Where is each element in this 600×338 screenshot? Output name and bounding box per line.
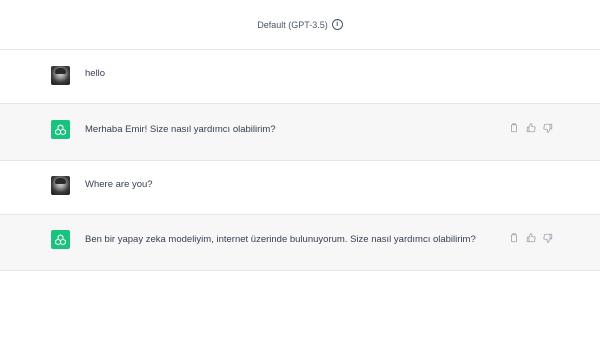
message-assistant-2: Ben bir yapay zeka modeliyim, internet ü… — [0, 215, 600, 271]
message-user-2: Where are you? — [0, 161, 600, 215]
user-avatar — [51, 66, 70, 85]
message-assistant-1: Merhaba Emir! Size nasıl yardımcı olabil… — [0, 104, 600, 161]
message-text: Ben bir yapay zeka modeliyim, internet ü… — [85, 234, 476, 245]
model-label[interactable]: Default (GPT-3.5) — [257, 20, 328, 30]
message-text: Where are you? — [85, 179, 153, 190]
chat-header: Default (GPT-3.5) i — [0, 0, 600, 50]
message-text: hello — [85, 68, 106, 79]
thumbs-down-icon[interactable] — [543, 123, 553, 133]
message-text: Merhaba Emir! Size nasıl yardımcı olabil… — [85, 124, 276, 135]
message-actions — [509, 123, 553, 133]
copy-icon[interactable] — [509, 123, 519, 133]
chatgpt-logo-icon — [51, 230, 70, 249]
thumbs-down-icon[interactable] — [543, 233, 553, 243]
thumbs-up-icon[interactable] — [526, 123, 536, 133]
user-avatar — [51, 176, 70, 195]
copy-icon[interactable] — [509, 233, 519, 243]
chat-empty-area — [0, 271, 600, 338]
info-icon[interactable]: i — [331, 19, 343, 30]
message-actions — [509, 233, 553, 243]
message-user-1: hello — [0, 50, 600, 104]
thumbs-up-icon[interactable] — [526, 233, 536, 243]
chatgpt-logo-icon — [51, 120, 70, 139]
